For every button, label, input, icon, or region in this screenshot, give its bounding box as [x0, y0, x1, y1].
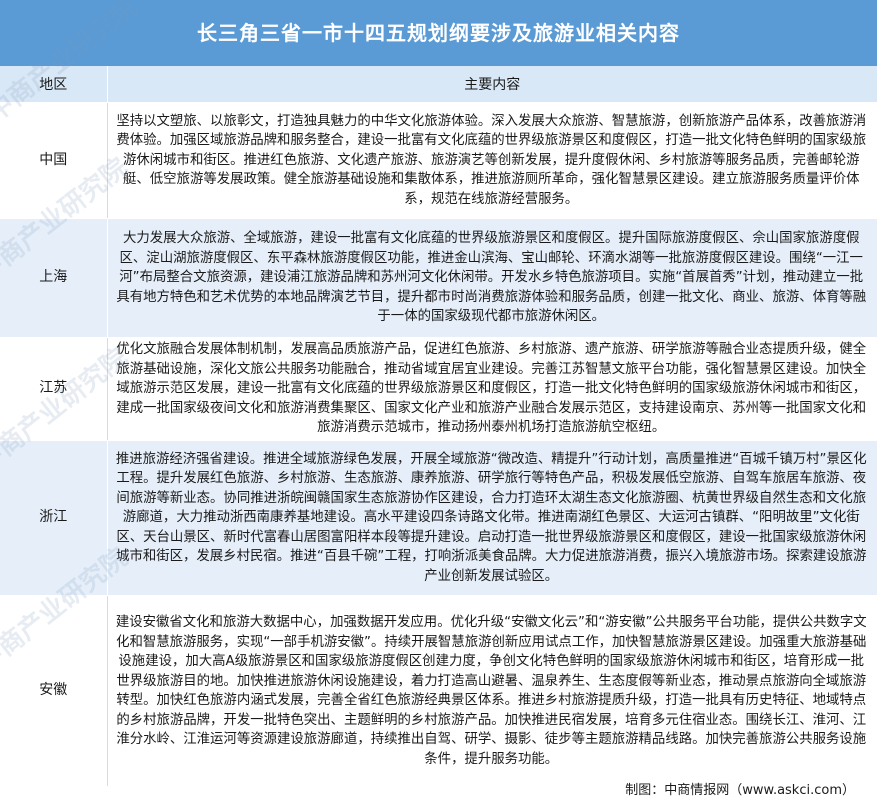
content-cell: 优化文旅融合发展体制机制，发展高品质旅游产品，促进红色旅游、乡村旅游、遗产旅游、… — [107, 337, 877, 441]
header-region: 地区 — [0, 66, 108, 103]
table-row: 上海 大力发展大众旅游、全域旅游，建设一批富有文化底蕴的世界级旅游景区和度假区。… — [0, 218, 877, 338]
region-cell: 江苏 — [0, 337, 108, 441]
page-title: 长三角三省一市十四五规划纲要涉及旅游业相关内容 — [0, 0, 877, 66]
region-cell: 浙江 — [0, 440, 108, 596]
infographic-page: 长三角三省一市十四五规划纲要涉及旅游业相关内容 地区 主要内容 中国 坚持以文塑… — [0, 0, 877, 808]
table-row: 江苏 优化文旅融合发展体制机制，发展高品质旅游产品，促进红色旅游、乡村旅游、遗产… — [0, 337, 877, 441]
header-content: 主要内容 — [107, 66, 877, 103]
table-row: 浙江 推进旅游经济强省建设。推进全域旅游绿色发展，开展全域旅游“微改造、精提升”… — [0, 440, 877, 596]
table-row: 中国 坚持以文塑旅、以旅彰文，打造独具魅力的中华文化旅游体验。深入发展大众旅游、… — [0, 102, 877, 219]
region-cell: 上海 — [0, 218, 108, 338]
table-row: 安徽 建设安徽省文化和旅游大数据中心，加强数据开发应用。优化升级“安徽文化云”和… — [0, 595, 877, 787]
content-cell: 推进旅游经济强省建设。推进全域旅游绿色发展，开展全域旅游“微改造、精提升”行动计… — [107, 440, 877, 596]
region-cell: 中国 — [0, 102, 108, 219]
region-cell: 安徽 — [0, 595, 108, 787]
source-credit: 制图：中商情报网（www.askci.com） — [625, 783, 855, 798]
content-cell: 坚持以文塑旅、以旅彰文，打造独具魅力的中华文化旅游体验。深入发展大众旅游、智慧旅… — [107, 102, 877, 219]
content-cell: 建设安徽省文化和旅游大数据中心，加强数据开发应用。优化升级“安徽文化云”和“游安… — [107, 595, 877, 787]
content-table: 地区 主要内容 中国 坚持以文塑旅、以旅彰文，打造独具魅力的中华文化旅游体验。深… — [0, 66, 877, 787]
table-header-row: 地区 主要内容 — [0, 66, 877, 103]
content-cell: 大力发展大众旅游、全域旅游，建设一批富有文化底蕴的世界级旅游景区和度假区。提升国… — [107, 218, 877, 338]
